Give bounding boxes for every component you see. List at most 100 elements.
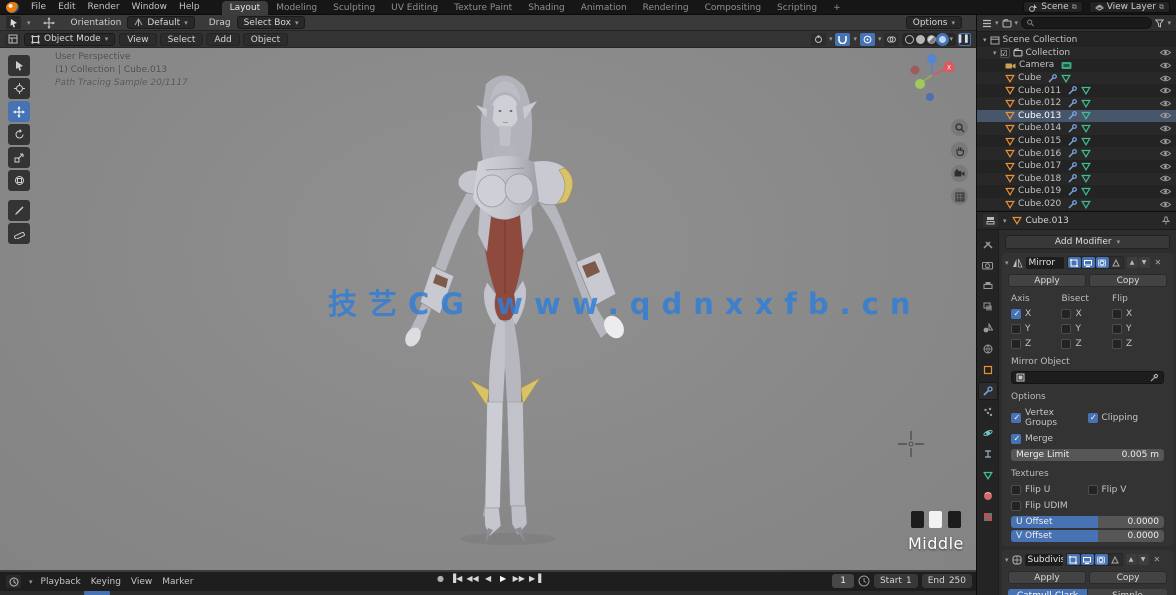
tool-tweak-select[interactable]	[8, 55, 30, 76]
shading-solid-icon[interactable]	[916, 35, 925, 44]
mirror-name-field[interactable]: Mirror	[1026, 257, 1064, 269]
search-input[interactable]	[1037, 19, 1146, 28]
tab-output[interactable]	[979, 278, 997, 294]
workspace-tab[interactable]: Layout	[222, 1, 269, 15]
viewport-menu-item[interactable]: Add	[206, 33, 239, 46]
new-collection-caret[interactable]: ▾	[1015, 19, 1019, 27]
mirror-cage-toggle[interactable]	[1110, 257, 1123, 268]
shading-material-icon[interactable]	[927, 35, 936, 44]
workspace-tab[interactable]: +	[825, 1, 849, 15]
navigation-gizmo[interactable]: X	[908, 53, 958, 105]
timeline-editor-icon[interactable]	[6, 575, 21, 588]
tool-rotate[interactable]	[8, 124, 30, 145]
outliner-search[interactable]	[1021, 17, 1152, 29]
tool-move[interactable]	[8, 101, 30, 122]
catmull-clark-button[interactable]: Catmull-Clark	[1008, 589, 1087, 595]
visibility-eye-icon[interactable]	[1160, 163, 1171, 170]
workspace-tab[interactable]: UV Editing	[383, 1, 446, 15]
visibility-eye-icon[interactable]	[1160, 75, 1171, 82]
outliner-row[interactable]: ▾ ☑ Cube.015	[977, 135, 1176, 148]
pause-icon[interactable]: ▌▌	[959, 33, 971, 46]
ortho-grid-icon[interactable]	[951, 188, 968, 205]
timeline-menu-item[interactable]: Marker	[162, 577, 193, 587]
outliner-row[interactable]: ▾ ☑ Cube.014	[977, 122, 1176, 135]
bisect-x-checkbox[interactable]	[1061, 309, 1071, 319]
subdivision-realtime-toggle[interactable]	[1081, 554, 1094, 565]
timeline-menu-item[interactable]: View	[131, 577, 152, 587]
mirror-move-down[interactable]: ▼	[1139, 257, 1150, 268]
visibility-eye-icon[interactable]	[1160, 100, 1171, 107]
tab-render[interactable]	[979, 257, 997, 273]
axis-y-checkbox[interactable]	[1011, 324, 1021, 334]
mirror-copy-button[interactable]: Copy	[1089, 274, 1167, 287]
outliner-row[interactable]: ▾ ☑ Camera	[977, 59, 1176, 72]
subdivision-move-up[interactable]: ▲	[1126, 554, 1137, 565]
bisect-z-checkbox[interactable]	[1061, 339, 1071, 349]
next-keyframe-button[interactable]: ▶▶	[513, 574, 525, 583]
display-mode-caret[interactable]: ▾	[995, 19, 999, 27]
gizmos-caret[interactable]: ▾	[829, 35, 833, 43]
outliner-row[interactable]: ▾ ☑ Cube.016	[977, 147, 1176, 160]
subdivision-apply-button[interactable]: Apply	[1008, 571, 1086, 584]
viewport-menu-item[interactable]: View	[119, 33, 156, 46]
workspace-tab[interactable]: Modeling	[268, 1, 325, 15]
subdivision-edit-mode-toggle[interactable]	[1067, 554, 1080, 565]
outliner-row[interactable]: ▾ ☑ Cube.012	[977, 97, 1176, 110]
subdivision-modifier-header[interactable]: ▾ Subdivision ▲▼ ✕	[1005, 552, 1170, 567]
flip-udim-checkbox[interactable]	[1011, 501, 1021, 511]
mirror-render-toggle[interactable]	[1096, 257, 1109, 268]
shading-rendered-icon[interactable]	[938, 35, 947, 44]
axis-x-checkbox[interactable]	[1011, 309, 1021, 319]
new-collection-icon[interactable]	[1002, 19, 1012, 28]
tab-scene[interactable]	[979, 320, 997, 336]
topbar-menu-item[interactable]: Render	[82, 1, 126, 13]
subdivision-move-down[interactable]: ▼	[1138, 554, 1149, 565]
mirror-remove-icon[interactable]: ✕	[1155, 258, 1162, 267]
prev-keyframe-button[interactable]: ◀◀	[466, 574, 478, 583]
outliner-row[interactable]: ▾ ☑ Scene Collection	[977, 34, 1176, 47]
disclosure-triangle[interactable]: ▾	[983, 36, 987, 44]
blender-logo-icon[interactable]	[6, 2, 19, 13]
clipping-checkbox[interactable]	[1088, 413, 1098, 423]
display-mode-icon[interactable]	[982, 19, 992, 28]
topbar-menu-item[interactable]: File	[25, 1, 52, 13]
workspace-tab[interactable]: Animation	[573, 1, 635, 15]
vertex-groups-checkbox[interactable]	[1011, 413, 1021, 423]
filter-funnel-icon[interactable]	[1155, 19, 1164, 28]
visibility-eye-icon[interactable]	[1160, 125, 1171, 132]
tool-cursor[interactable]	[8, 78, 30, 99]
collection-checkbox[interactable]: ☑	[1000, 48, 1010, 58]
snap-icon[interactable]	[835, 33, 850, 46]
outliner-row[interactable]: ▾ ☑ Cube	[977, 72, 1176, 85]
frame-start-field[interactable]: Start1	[874, 574, 918, 588]
timeline-menu-item[interactable]: Keying	[91, 577, 121, 587]
visibility-eye-icon[interactable]	[1160, 138, 1171, 145]
workspace-tab[interactable]: Scripting	[769, 1, 825, 15]
pan-hand-icon[interactable]	[951, 142, 968, 159]
outliner-row[interactable]: ▾ ☑ Collection	[977, 47, 1176, 60]
current-frame-field[interactable]: 1	[832, 574, 854, 588]
move-gizmo-icon[interactable]	[43, 17, 55, 29]
mode-dropdown[interactable]: Object Mode ▾	[24, 33, 115, 46]
tab-texture[interactable]	[979, 509, 997, 525]
tab-world[interactable]	[979, 341, 997, 357]
workspace-tab[interactable]: Texture Paint	[446, 1, 520, 15]
topbar-menu-item[interactable]: Help	[173, 1, 206, 13]
overlays-icon[interactable]	[884, 33, 899, 46]
flip-y-checkbox[interactable]	[1112, 324, 1122, 334]
orientation-dropdown[interactable]: Default ▾	[127, 16, 194, 29]
gizmos-icon[interactable]	[811, 33, 826, 46]
tab-view-layer[interactable]	[979, 299, 997, 315]
preview-range-clock-icon[interactable]	[858, 575, 870, 587]
v-offset-slider[interactable]: V Offset 0.0000	[1011, 530, 1164, 542]
tool-measure[interactable]	[8, 223, 30, 244]
active-tool-caret[interactable]: ▾	[27, 19, 31, 27]
bisect-y-checkbox[interactable]	[1061, 324, 1071, 334]
mirror-modifier-header[interactable]: ▾ Mirror ▲▼ ✕	[1005, 255, 1170, 270]
view-layer-selector[interactable]: View Layer ⧉	[1089, 1, 1170, 13]
outliner-row[interactable]: ▾ ☑ Cube.019	[977, 185, 1176, 198]
subdivision-cage-toggle[interactable]	[1109, 554, 1122, 565]
mirror-object-field[interactable]	[1011, 371, 1164, 384]
flip-v-checkbox[interactable]	[1088, 485, 1098, 495]
zoom-icon[interactable]	[951, 119, 968, 136]
